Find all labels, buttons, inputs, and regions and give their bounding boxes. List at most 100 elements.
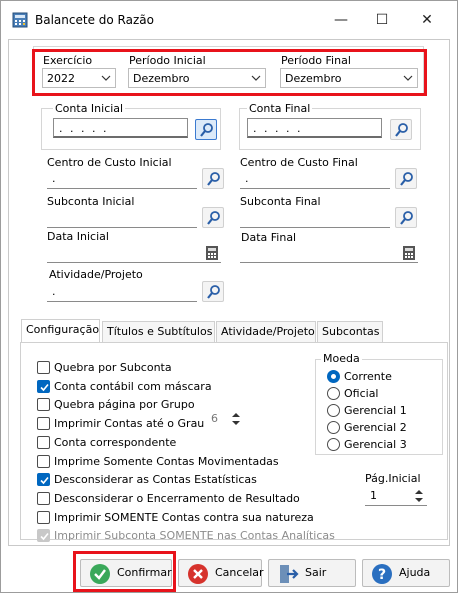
minimize-button[interactable]: — bbox=[328, 9, 354, 31]
subconta-inicial-field[interactable] bbox=[47, 208, 197, 228]
moeda-radio[interactable]: Oficial bbox=[327, 386, 427, 402]
option-checkbox[interactable]: Imprimir Subconta SOMENTE nas Contas Ana… bbox=[37, 528, 335, 544]
cancelar-button[interactable]: Cancelar bbox=[178, 559, 264, 587]
help-icon: ? bbox=[372, 564, 392, 584]
conta-final-field[interactable]: . . . . . bbox=[247, 118, 382, 138]
maximize-button[interactable]: ☐ bbox=[369, 9, 395, 31]
option-label: Imprimir Subconta SOMENTE nas Contas Ana… bbox=[54, 529, 335, 542]
option-label: Imprimir Contas até o Grau bbox=[54, 417, 205, 430]
search-icon bbox=[400, 211, 413, 225]
conta-final-search-button[interactable] bbox=[390, 119, 412, 140]
tab-configuracao[interactable]: Configuração bbox=[21, 319, 100, 343]
search-icon bbox=[395, 123, 408, 137]
sair-label: Sair bbox=[305, 566, 327, 579]
spin-arrows-icon[interactable] bbox=[231, 411, 241, 427]
tab-panel-configuracao: Quebra por Subconta Conta contábil com má… bbox=[20, 342, 448, 542]
checkbox-box[interactable] bbox=[37, 473, 50, 486]
checkbox-box[interactable] bbox=[37, 455, 50, 468]
spin-arrows-icon[interactable] bbox=[414, 488, 424, 504]
subconta-final-field[interactable] bbox=[240, 208, 390, 228]
radio-dot[interactable] bbox=[327, 370, 340, 383]
checkmark-icon bbox=[40, 532, 49, 541]
option-label: Quebra página por Grupo bbox=[54, 398, 195, 411]
option-label: Conta contábil com máscara bbox=[54, 380, 212, 393]
option-checkbox[interactable]: Imprimir SOMENTE Contas contra sua natur… bbox=[37, 510, 317, 526]
subconta-inicial-label: Subconta Inicial bbox=[47, 195, 135, 208]
centro-custo-final-field[interactable]: . bbox=[240, 169, 390, 189]
checkbox-box[interactable] bbox=[37, 361, 50, 374]
checkbox-box[interactable] bbox=[37, 398, 50, 411]
checkbox-box[interactable] bbox=[37, 436, 50, 449]
grau-spinner[interactable]: 6 bbox=[205, 409, 243, 429]
centro-custo-final-value: . bbox=[245, 172, 251, 185]
data-inicial-field[interactable] bbox=[47, 243, 221, 263]
option-label: Imprime Somente Contas Movimentadas bbox=[54, 455, 279, 468]
checkbox-box[interactable] bbox=[37, 511, 50, 524]
atividade-search-button[interactable] bbox=[202, 281, 224, 302]
option-checkbox[interactable]: Quebra por Subconta bbox=[37, 360, 317, 376]
checkmark-icon bbox=[40, 476, 49, 485]
moeda-radio[interactable]: Corrente bbox=[327, 369, 427, 385]
moeda-label: Moeda bbox=[321, 352, 362, 365]
moeda-radio[interactable]: Gerencial 1 bbox=[327, 403, 427, 419]
calculator-icon[interactable] bbox=[402, 245, 416, 261]
radio-dot[interactable] bbox=[327, 421, 340, 434]
atividade-value: . bbox=[52, 285, 58, 298]
svg-text:?: ? bbox=[378, 567, 386, 583]
moeda-option-label: Gerencial 2 bbox=[344, 421, 407, 434]
radio-dot[interactable] bbox=[327, 438, 340, 451]
tab-atividade-projeto[interactable]: Atividade/Projeto bbox=[216, 321, 316, 343]
option-checkbox[interactable]: Conta correspondente bbox=[37, 435, 317, 451]
subconta-final-search-button[interactable] bbox=[395, 207, 417, 228]
pag-inicial-spinner[interactable]: 1 bbox=[365, 486, 427, 506]
search-icon bbox=[200, 123, 213, 137]
moeda-radio[interactable]: Gerencial 3 bbox=[327, 437, 427, 453]
cancel-circle-icon bbox=[188, 564, 208, 584]
option-label: Imprimir SOMENTE Contas contra sua natur… bbox=[54, 511, 314, 524]
search-icon bbox=[207, 211, 220, 225]
conta-final-value: . . . . . bbox=[253, 122, 303, 135]
radio-dot[interactable] bbox=[327, 387, 340, 400]
centro-custo-inicial-search-button[interactable] bbox=[202, 168, 224, 189]
option-checkbox[interactable]: Imprime Somente Contas Movimentadas bbox=[37, 454, 317, 470]
checkmark-icon bbox=[40, 383, 49, 392]
highlight-frame-confirmar bbox=[73, 551, 176, 592]
moeda-radio[interactable]: Gerencial 2 bbox=[327, 420, 427, 436]
calculator-icon[interactable] bbox=[205, 245, 219, 261]
checkbox-box[interactable] bbox=[37, 492, 50, 505]
close-button[interactable]: ✕ bbox=[414, 9, 440, 31]
sair-button[interactable]: Sair bbox=[268, 559, 356, 587]
radio-dot[interactable] bbox=[327, 404, 340, 417]
centro-custo-final-search-button[interactable] bbox=[395, 168, 417, 189]
data-final-field[interactable] bbox=[240, 243, 418, 263]
ajuda-button[interactable]: ? Ajuda bbox=[362, 559, 450, 587]
conta-inicial-search-button[interactable] bbox=[195, 119, 217, 140]
checkbox-box[interactable] bbox=[37, 417, 50, 430]
moeda-option-label: Oficial bbox=[344, 387, 379, 400]
checkbox-box[interactable] bbox=[37, 529, 50, 542]
dialog-window: Balancete do Razão — ☐ ✕ Exercício 2022 … bbox=[0, 0, 458, 593]
subconta-inicial-search-button[interactable] bbox=[202, 207, 224, 228]
app-calculator-icon bbox=[12, 12, 28, 28]
conta-inicial-label: Conta Inicial bbox=[53, 102, 126, 115]
centro-custo-final-label: Centro de Custo Final bbox=[240, 156, 358, 169]
conta-inicial-field[interactable]: . . . . . bbox=[53, 118, 188, 138]
data-inicial-label: Data Inicial bbox=[47, 230, 109, 243]
client-area: Exercício 2022 Período Inicial Dezembro … bbox=[8, 39, 450, 546]
moeda-option-label: Gerencial 1 bbox=[344, 404, 407, 417]
option-checkbox[interactable]: Quebra página por Grupo bbox=[37, 397, 317, 413]
option-checkbox[interactable]: Desconsiderar o Encerramento de Resultad… bbox=[37, 491, 317, 507]
search-icon bbox=[207, 172, 220, 186]
atividade-field[interactable]: . bbox=[47, 282, 197, 302]
option-checkbox[interactable]: Imprimir Contas até o Grau bbox=[37, 416, 317, 432]
tab-subcontas[interactable]: Subcontas bbox=[317, 321, 383, 343]
search-icon bbox=[400, 172, 413, 186]
checkbox-box[interactable] bbox=[37, 380, 50, 393]
grau-value: 6 bbox=[211, 412, 218, 425]
tab-titulos-subtitulos[interactable]: Títulos e Subtítulos bbox=[102, 321, 215, 343]
option-checkbox[interactable]: Desconsiderar as Contas Estatísticas bbox=[37, 472, 317, 488]
centro-custo-inicial-label: Centro de Custo Inicial bbox=[47, 156, 172, 169]
centro-custo-inicial-field[interactable]: . bbox=[47, 169, 197, 189]
option-checkbox[interactable]: Conta contábil com máscara bbox=[37, 379, 317, 395]
option-label: Conta correspondente bbox=[54, 436, 177, 449]
